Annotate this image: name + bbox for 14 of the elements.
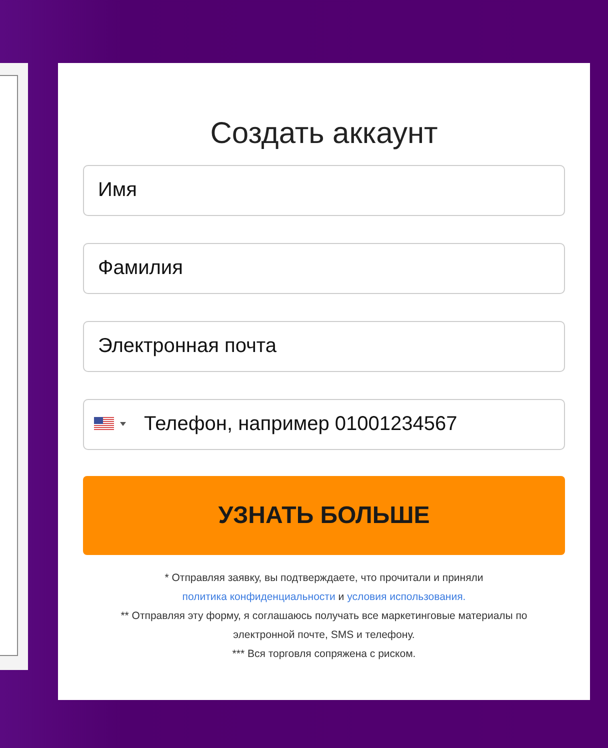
form-title: Создать аккаунт [209, 116, 439, 152]
disclaimer-text: * Отправляя заявку, вы подтверждаете, что прочитали и приняли политика конфиденциальности и условия использования. [164, 571, 484, 605]
disclaimer-text: ** Отправляя эту форму, я соглашаюсь получать все маркетинговые материалы по электронной почте, SMS и телефону. [120, 609, 528, 643]
flag-icon [94, 417, 114, 431]
privacy-link[interactable]: политика конфиденциальности [182, 591, 336, 603]
country-selector[interactable] [94, 417, 126, 431]
submit-button[interactable]: УЗНАТЬ БОЛЬШЕ [83, 476, 565, 555]
text-field[interactable]: Электронная почта [83, 321, 565, 372]
phone-field[interactable]: Телефон, например 01001234567 [83, 399, 565, 450]
terms-link[interactable]: условия использования. [347, 591, 466, 603]
text-field[interactable]: Фамилия [83, 243, 565, 294]
text-field[interactable]: Имя [83, 165, 565, 216]
disclaimer-text: *** Вся торговля сопряжена с риском. [231, 647, 417, 662]
caret-icon [120, 422, 126, 426]
